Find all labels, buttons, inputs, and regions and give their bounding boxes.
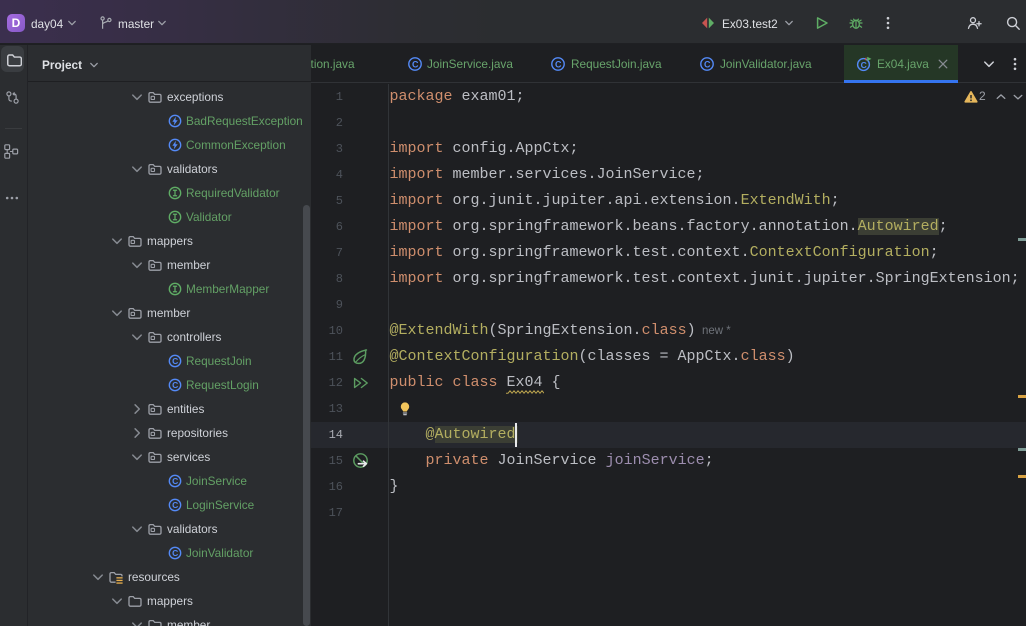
svg-text:C: C (172, 500, 178, 510)
svg-text:C: C (412, 59, 419, 69)
svg-text:C: C (172, 380, 178, 390)
svg-text:C: C (172, 476, 178, 486)
svg-text:C: C (555, 59, 562, 69)
svg-text:C: C (172, 356, 178, 366)
svg-text:C: C (172, 548, 178, 558)
svg-text:C: C (704, 59, 711, 69)
svg-text:C: C (861, 60, 867, 70)
